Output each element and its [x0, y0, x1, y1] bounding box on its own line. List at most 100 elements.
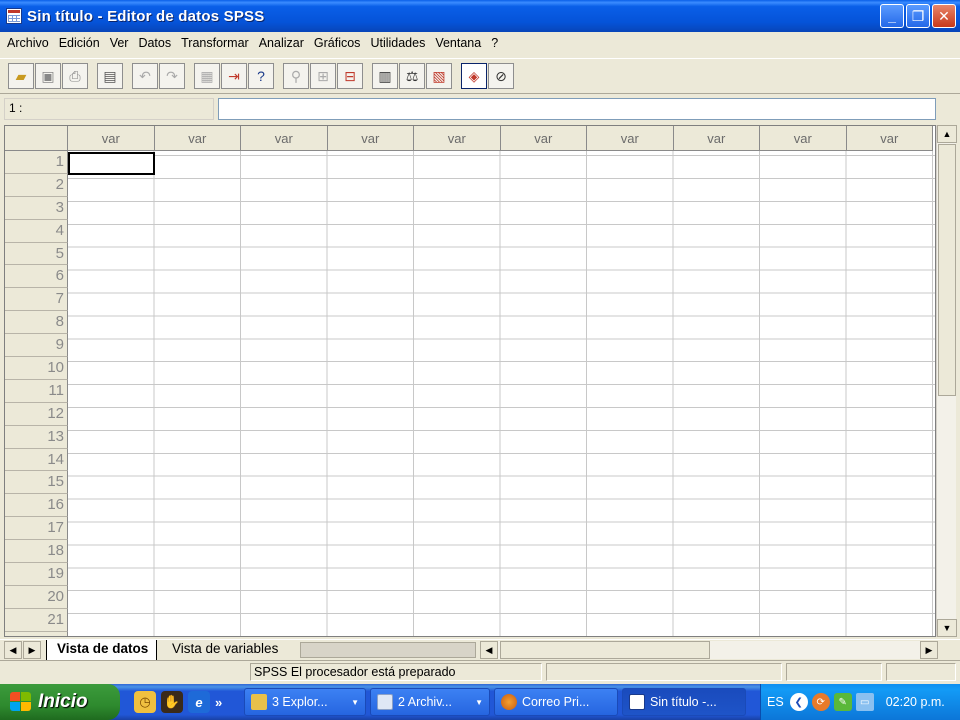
row-header[interactable]: 3	[5, 196, 68, 220]
row-header[interactable]: 8	[5, 311, 68, 335]
pen-icon[interactable]: ✎	[833, 693, 852, 711]
grid-cells[interactable]	[68, 151, 935, 636]
row-header[interactable]: 9	[5, 334, 68, 358]
row-header[interactable]: 21	[5, 608, 68, 632]
vertical-scroll-thumb[interactable]	[938, 144, 956, 396]
hand-icon[interactable]: ✋	[161, 691, 183, 713]
weight-cases-icon[interactable]: ⚖	[399, 63, 425, 89]
open-file-icon[interactable]: ▰	[8, 63, 34, 89]
redo-icon[interactable]: ↷	[159, 63, 185, 89]
horizontal-scroll-thumb[interactable]	[500, 641, 710, 659]
close-button[interactable]: ✕	[932, 4, 956, 28]
variables-icon[interactable]: ?	[248, 63, 274, 89]
use-sets-icon[interactable]: ⊘	[488, 63, 514, 89]
split-file-icon[interactable]: ▥	[372, 63, 398, 89]
row-header[interactable]: 16	[5, 494, 68, 518]
menu-ver[interactable]: Ver	[105, 36, 134, 50]
column-header[interactable]: var	[673, 126, 760, 151]
row-header[interactable]: 10	[5, 357, 68, 380]
menu-help[interactable]: ?	[486, 36, 503, 50]
column-header[interactable]: var	[414, 126, 501, 151]
task-archivos[interactable]: 2 Archiv... ▼	[370, 688, 490, 716]
data-grid[interactable]: var var var var var var var var var var …	[4, 125, 936, 637]
column-header[interactable]: var	[68, 126, 155, 151]
dialog-recall-icon[interactable]: ▤	[97, 63, 123, 89]
row-header[interactable]: 1	[5, 151, 68, 174]
quick-launch: ◷ ✋ e »	[134, 691, 244, 713]
task-correo[interactable]: Correo Pri...	[494, 688, 618, 716]
row-header[interactable]: 11	[5, 379, 68, 403]
row-header[interactable]: 17	[5, 517, 68, 541]
network-icon[interactable]: ▭	[855, 693, 874, 711]
column-header[interactable]: var	[846, 126, 933, 151]
tab-data-view[interactable]: Vista de datos	[46, 640, 158, 660]
menu-ventana[interactable]: Ventana	[430, 36, 486, 50]
tab-next-icon[interactable]: ▶	[23, 641, 41, 659]
menu-transformar[interactable]: Transformar	[176, 36, 254, 50]
insert-cases-icon[interactable]: ⊞	[310, 63, 336, 89]
internet-explorer-icon[interactable]: e	[188, 691, 210, 713]
menu-graficos[interactable]: Gráficos	[309, 36, 366, 50]
value-labels-icon[interactable]: ◈	[461, 63, 487, 89]
scroll-down-icon[interactable]: ▼	[937, 619, 957, 637]
grid-corner[interactable]	[5, 126, 68, 151]
minimize-button[interactable]: _	[880, 4, 904, 28]
quick-launch-more-icon[interactable]: »	[215, 695, 222, 710]
clock-icon[interactable]: ◷	[134, 691, 156, 713]
insert-variable-icon[interactable]: ⊟	[337, 63, 363, 89]
goto-case-icon[interactable]: ⇥	[221, 63, 247, 89]
row-header[interactable]: 20	[5, 585, 68, 609]
menu-analizar[interactable]: Analizar	[254, 36, 309, 50]
column-header[interactable]: var	[760, 126, 847, 151]
row-header[interactable]: 14	[5, 448, 68, 472]
tab-variable-view[interactable]: Vista de variables	[162, 640, 287, 660]
chevron-left-icon[interactable]: ❮	[789, 693, 808, 711]
row-header[interactable]: 6	[5, 265, 68, 289]
scroll-left-icon[interactable]: ◀	[480, 641, 498, 659]
row-header[interactable]: 18	[5, 540, 68, 564]
column-header[interactable]: var	[327, 126, 414, 151]
task-label: 3 Explor...	[272, 695, 328, 709]
find-icon[interactable]: ⚲	[283, 63, 309, 89]
active-cell[interactable]	[68, 152, 155, 175]
horizontal-scrollbar[interactable]: ◀ ▶	[480, 641, 938, 659]
window-controls: _ ❐ ✕	[880, 4, 956, 28]
print-icon[interactable]: ⎙	[62, 63, 88, 89]
update-icon[interactable]: ⟳	[811, 693, 830, 711]
scroll-up-icon[interactable]: ▲	[937, 125, 957, 143]
row-header[interactable]: 19	[5, 563, 68, 586]
menu-utilidades[interactable]: Utilidades	[365, 36, 430, 50]
undo-icon[interactable]: ↶	[132, 63, 158, 89]
start-button[interactable]: Inicio	[0, 684, 120, 720]
toolbar-separator	[275, 63, 283, 89]
language-indicator[interactable]: ES	[767, 695, 784, 709]
row-header[interactable]: 22	[5, 631, 68, 636]
row-header[interactable]: 2	[5, 173, 68, 197]
row-header[interactable]: 12	[5, 402, 68, 426]
column-header[interactable]: var	[241, 126, 328, 151]
row-header[interactable]: 7	[5, 288, 68, 312]
tab-prev-icon[interactable]: ◀	[4, 641, 22, 659]
save-icon[interactable]: ▣	[35, 63, 61, 89]
cell-value-input[interactable]	[218, 98, 936, 120]
vertical-scrollbar[interactable]: ▲ ▼	[936, 125, 957, 637]
task-explorer[interactable]: 3 Explor... ▼	[244, 688, 366, 716]
spss-app-icon[interactable]	[6, 8, 22, 24]
menu-archivo[interactable]: Archivo	[2, 36, 54, 50]
row-header[interactable]: 4	[5, 219, 68, 243]
select-cases-icon[interactable]: ▧	[426, 63, 452, 89]
scroll-right-icon[interactable]: ▶	[920, 641, 938, 659]
menu-edicion[interactable]: Edición	[54, 36, 105, 50]
row-header[interactable]: 5	[5, 242, 68, 266]
restore-button[interactable]: ❐	[906, 4, 930, 28]
row-header[interactable]: 13	[5, 425, 68, 449]
title-bar[interactable]: Sin título - Editor de datos SPSS _ ❐ ✕	[0, 0, 960, 32]
clock-time[interactable]: 02:20 p.m.	[886, 695, 945, 709]
menu-datos[interactable]: Datos	[133, 36, 176, 50]
row-header[interactable]: 15	[5, 471, 68, 495]
column-header[interactable]: var	[500, 126, 587, 151]
goto-chart-icon[interactable]: ▦	[194, 63, 220, 89]
task-spss[interactable]: Sin título -...	[622, 688, 746, 716]
column-header[interactable]: var	[587, 126, 674, 151]
column-header[interactable]: var	[154, 126, 241, 151]
